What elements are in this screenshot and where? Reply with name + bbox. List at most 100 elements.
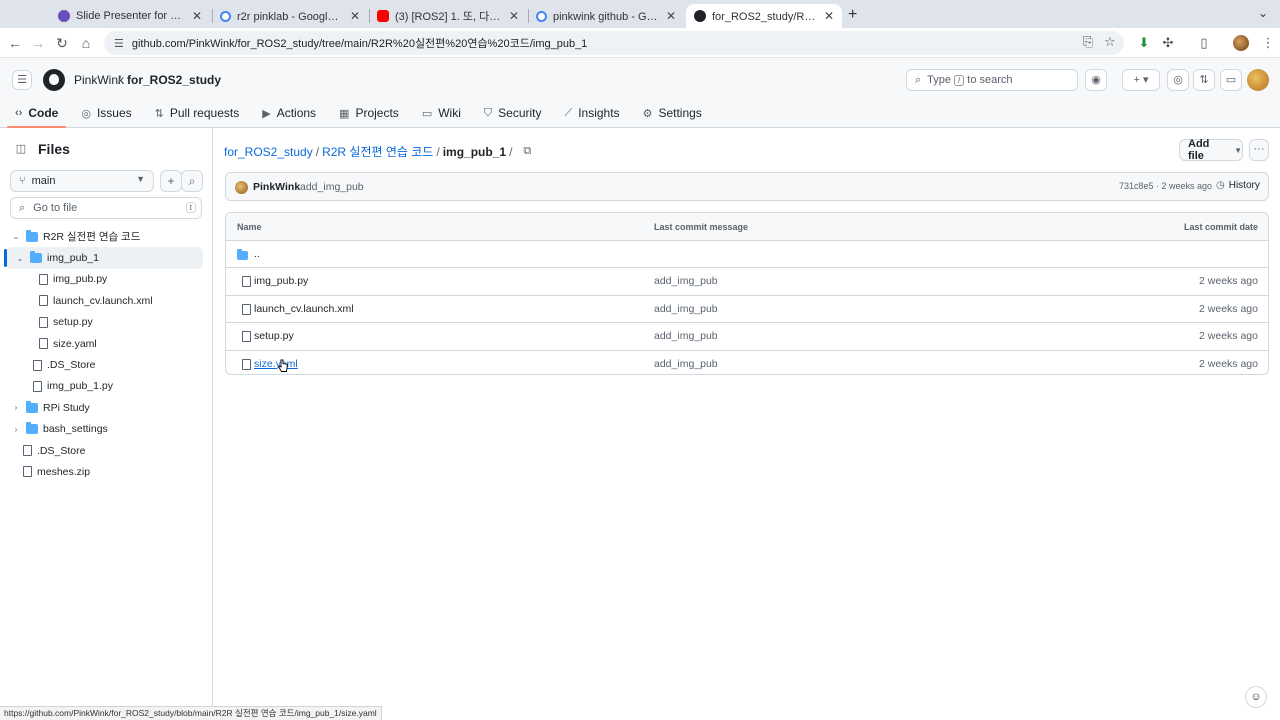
back-icon[interactable]: ← — [6, 34, 24, 52]
close-icon[interactable]: ✕ — [824, 9, 834, 23]
tab-wiki[interactable]: ▭ Wiki — [414, 98, 469, 128]
chevron-down-icon: ▼ — [1234, 145, 1242, 155]
file-icon — [39, 295, 48, 307]
tab-issues[interactable]: ◎ Issues — [73, 98, 139, 128]
issues-icon[interactable]: ◎ — [1167, 69, 1189, 91]
add-file-button[interactable]: Add file ▼ — [1179, 138, 1243, 162]
tree-item[interactable]: › bash_settings — [6, 419, 203, 440]
tab-search-icon[interactable]: ⌄ — [1258, 6, 1268, 20]
issue-icon: ◎ — [81, 107, 91, 120]
commit-author-avatar[interactable] — [235, 181, 248, 194]
browser-tab-github-active[interactable]: for_ROS2_study/R2R 실전편 연 ✕ — [686, 4, 842, 28]
tree-item[interactable]: meshes.zip — [6, 461, 203, 482]
chevron-right-icon[interactable]: › — [10, 403, 22, 412]
commit-message-link[interactable]: add_img_pub — [654, 275, 718, 287]
more-options-button[interactable]: ··· — [1249, 139, 1269, 161]
chevron-down-icon[interactable]: ⌄ — [10, 232, 22, 241]
tree-item[interactable]: size.yaml — [6, 333, 203, 354]
tree-item[interactable]: .DS_Store — [6, 440, 203, 461]
table-row[interactable]: launch_cv.launch.xml add_img_pub 2 weeks… — [226, 296, 1268, 324]
global-search-input[interactable]: ⌕ Type / to search — [906, 69, 1078, 91]
install-icon[interactable]: ⎘ — [1083, 34, 1093, 50]
tab-pull-requests[interactable]: ⇅ Pull requests — [147, 98, 248, 128]
close-icon[interactable]: ✕ — [350, 9, 360, 23]
file-icon — [33, 380, 42, 392]
tree-item[interactable]: ⌄ R2R 실전편 연습 코드 — [6, 226, 203, 247]
browser-tab-youtube[interactable]: (3) [ROS2] 1. 또, 다시, 강조하는 ✕ — [369, 4, 527, 28]
latest-commit-bar: PinkWink add_img_pub 731c8e5 · 2 weeks a… — [225, 172, 1269, 201]
close-icon[interactable]: ✕ — [666, 9, 676, 23]
copilot-chat-icon[interactable]: ☺ — [1245, 686, 1267, 708]
tab-actions[interactable]: ▶ Actions — [254, 98, 324, 128]
repo-name-link[interactable]: for_ROS2_study — [127, 73, 221, 87]
forward-icon[interactable]: → — [29, 34, 47, 52]
reload-icon[interactable]: ↻ — [53, 34, 71, 52]
folder-icon — [237, 249, 248, 260]
breadcrumb-repo-link[interactable]: for_ROS2_study — [224, 145, 313, 159]
commit-author-link[interactable]: PinkWink — [253, 181, 300, 193]
file-name-link-hovered[interactable]: size.yaml — [254, 358, 298, 370]
create-new-button[interactable]: + ▾ — [1122, 69, 1160, 91]
browser-tab-google-r2r[interactable]: r2r pinklab - Google 검색 ✕ — [212, 4, 368, 28]
tab-projects[interactable]: ▦ Projects — [331, 98, 407, 128]
tab-insights[interactable]: ⟋ Insights — [557, 98, 628, 128]
table-row[interactable]: setup.py add_img_pub 2 weeks ago — [226, 323, 1268, 351]
commit-message-link[interactable]: add_img_pub — [654, 303, 718, 315]
tab-code[interactable]: ‹› Code — [7, 98, 67, 128]
search-files-icon[interactable]: ⌕ — [181, 170, 203, 192]
file-tree-sidebar: ◫ Files ⑂ main ▼ + ⌕ ⌕ Go to file t ⌄ R2… — [0, 128, 213, 720]
sidepanel-icon[interactable]: ▯ — [1196, 35, 1212, 51]
tree-item-selected[interactable]: ⌄ img_pub_1 — [4, 247, 203, 269]
table-header: Name Last commit message Last commit dat… — [226, 213, 1268, 241]
tree-item[interactable]: setup.py — [6, 312, 203, 333]
address-bar[interactable]: ☰ github.com/PinkWink/for_ROS2_study/tre… — [104, 31, 1124, 55]
copilot-icon[interactable]: ◉ — [1085, 69, 1107, 91]
pull-requests-icon[interactable]: ⇅ — [1193, 69, 1215, 91]
tree-item[interactable]: launch_cv.launch.xml — [6, 290, 203, 311]
chevron-down-icon[interactable]: ⌄ — [14, 254, 26, 263]
home-icon[interactable]: ⌂ — [77, 34, 95, 52]
extensions-icon[interactable]: ✣ — [1160, 35, 1176, 51]
tab-security[interactable]: ⛉ Security — [476, 98, 550, 128]
commit-hash-time[interactable]: 731c8e5 · 2 weeks ago — [1119, 181, 1212, 191]
close-icon[interactable]: ✕ — [509, 9, 519, 23]
history-button[interactable]: ◷ History — [1216, 180, 1260, 191]
copy-path-icon[interactable]: ⧉ — [523, 145, 531, 158]
github-logo-icon[interactable] — [43, 69, 65, 91]
user-avatar[interactable] — [1247, 69, 1269, 91]
parent-directory-link[interactable]: .. — [254, 248, 260, 260]
new-tab-button[interactable]: + — [848, 6, 857, 24]
table-row[interactable]: img_pub.py add_img_pub 2 weeks ago — [226, 268, 1268, 296]
inbox-icon[interactable]: ▭ — [1220, 69, 1242, 91]
download-icon[interactable]: ⬇ — [1136, 35, 1152, 51]
add-file-icon[interactable]: + — [160, 170, 182, 192]
tree-item[interactable]: › RPi Study — [6, 397, 203, 418]
table-row[interactable]: .. — [226, 241, 1268, 269]
browser-tab-google-pinkwink[interactable]: pinkwink github - Google 검색 ✕ — [528, 4, 684, 28]
branch-select[interactable]: ⑂ main ▼ — [10, 170, 154, 192]
go-to-file-input[interactable]: ⌕ Go to file t — [10, 197, 202, 219]
browser-menu-icon[interactable]: ⋮ — [1260, 35, 1276, 51]
commit-message-link[interactable]: add_img_pub — [654, 358, 718, 370]
file-name-link[interactable]: launch_cv.launch.xml — [254, 303, 354, 315]
tab-settings[interactable]: ⚙ Settings — [635, 98, 710, 128]
collapse-sidebar-icon[interactable]: ◫ — [12, 140, 30, 158]
close-icon[interactable]: ✕ — [192, 9, 202, 23]
bookmark-star-icon[interactable]: ☆ — [1104, 34, 1116, 50]
tree-item[interactable]: img_pub.py — [6, 269, 203, 290]
tree-item[interactable]: .DS_Store — [6, 354, 203, 375]
file-name-link[interactable]: setup.py — [254, 330, 294, 342]
browser-tab-slide-presenter[interactable]: Slide Presenter for Confluence ✕ — [50, 4, 210, 28]
table-row[interactable]: size.yaml add_img_pub 2 weeks ago — [226, 351, 1268, 374]
commit-message-link[interactable]: add_img_pub — [654, 330, 718, 342]
site-info-icon[interactable]: ☰ — [114, 37, 124, 50]
tree-item[interactable]: img_pub_1.py — [6, 376, 203, 397]
profile-avatar[interactable] — [1233, 35, 1249, 51]
breadcrumb-folder-link[interactable]: R2R 실전편 연습 코드 — [322, 143, 433, 160]
hamburger-menu-icon[interactable]: ☰ — [12, 70, 32, 90]
youtube-icon — [377, 10, 389, 22]
commit-message-link[interactable]: add_img_pub — [300, 181, 364, 193]
chevron-right-icon[interactable]: › — [10, 425, 22, 434]
repo-owner-link[interactable]: PinkWink — [74, 73, 124, 87]
file-name-link[interactable]: img_pub.py — [254, 275, 308, 287]
